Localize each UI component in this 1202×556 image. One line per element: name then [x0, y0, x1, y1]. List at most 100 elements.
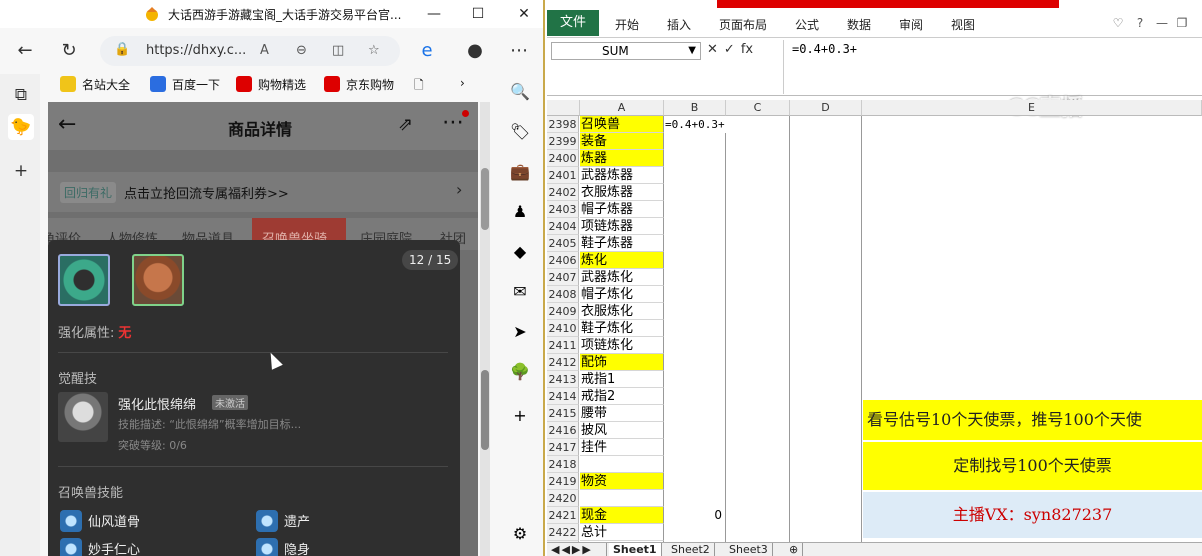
row-header[interactable]: 2405 — [547, 235, 579, 252]
cell-empty[interactable] — [790, 320, 862, 337]
cell-empty[interactable] — [664, 473, 726, 490]
cell-promo-2[interactable]: 定制找号100个天使票 — [863, 442, 1202, 490]
ribbon-collapse-icon[interactable]: ♡ — [1109, 14, 1127, 32]
new-tab-icon[interactable]: + — [8, 158, 34, 184]
cell-empty[interactable] — [726, 167, 790, 184]
cell-a[interactable]: 炼器 — [580, 150, 664, 167]
cell-empty[interactable] — [726, 201, 790, 218]
cell-empty[interactable] — [726, 354, 790, 371]
cell-empty[interactable] — [790, 184, 862, 201]
cell-empty[interactable] — [726, 218, 790, 235]
cell-empty[interactable] — [664, 388, 726, 405]
cell-empty[interactable] — [726, 337, 790, 354]
cell-a[interactable]: 炼化 — [580, 252, 664, 269]
cell-empty[interactable] — [664, 371, 726, 388]
cell-empty[interactable] — [790, 490, 862, 507]
row-header[interactable]: 2401 — [547, 167, 579, 184]
bookmark-item[interactable]: 名站大全 — [60, 76, 130, 93]
cell-empty[interactable] — [726, 269, 790, 286]
maximize-icon[interactable]: ☐ — [468, 4, 488, 24]
cell-empty[interactable] — [790, 371, 862, 388]
scrollbar-thumb[interactable] — [481, 370, 489, 450]
cell-a[interactable]: 戒指1 — [580, 371, 664, 388]
tab-view[interactable]: 视图 — [951, 16, 975, 33]
row-header[interactable]: 2404 — [547, 218, 579, 235]
close-icon[interactable]: ✕ — [514, 4, 534, 24]
cell-empty[interactable] — [790, 116, 862, 133]
address-bar[interactable]: 🔒 https://dhxy.c... A ⊖ ◫ ☆ — [100, 36, 400, 66]
cell-empty[interactable] — [664, 235, 726, 252]
sheet-tab[interactable]: Sheet1 — [609, 543, 662, 556]
favorite-star-icon[interactable]: ☆ — [368, 43, 380, 58]
row-header[interactable]: 2411 — [547, 337, 579, 354]
pet-skill-item[interactable]: 妙手仁心 — [60, 538, 140, 556]
tab-file[interactable]: 文件 — [547, 10, 599, 36]
tab-review[interactable]: 审阅 — [899, 16, 923, 33]
tab-data[interactable]: 数据 — [847, 16, 871, 33]
tab-insert[interactable]: 插入 — [667, 16, 691, 33]
cell-empty[interactable] — [790, 167, 862, 184]
cell-empty[interactable] — [664, 150, 726, 167]
cell-empty[interactable] — [664, 303, 726, 320]
row-header[interactable]: 2412 — [547, 354, 579, 371]
cell-empty[interactable] — [726, 439, 790, 456]
share-icon[interactable]: ⇗ — [398, 114, 413, 135]
cell-empty[interactable] — [790, 405, 862, 422]
cell-a[interactable]: 帽子炼化 — [580, 286, 664, 303]
cell-empty[interactable] — [664, 354, 726, 371]
cell-empty[interactable] — [664, 218, 726, 235]
tab-formulas[interactable]: 公式 — [795, 16, 819, 33]
cell-empty[interactable] — [726, 456, 790, 473]
tab-title[interactable]: 大话西游手游藏宝阁_大话手游交易平台官... — [168, 6, 401, 23]
chevron-down-icon[interactable]: ▼ — [688, 43, 696, 59]
cell-a[interactable]: 项链炼化 — [580, 337, 664, 354]
formula-input[interactable]: =0.4+0.3+ — [783, 40, 1202, 94]
help-icon[interactable]: ? — [1131, 14, 1149, 32]
cell-a[interactable]: 装备 — [580, 133, 664, 150]
cell-a[interactable]: 现金 — [580, 507, 664, 524]
cell-a[interactable]: 配饰 — [580, 354, 664, 371]
cell-empty[interactable] — [726, 405, 790, 422]
row-header[interactable]: 2406 — [547, 252, 579, 269]
cell-empty[interactable] — [726, 252, 790, 269]
bookmark-item[interactable]: 百度一下 — [150, 76, 220, 93]
cell-empty[interactable] — [664, 405, 726, 422]
split-screen-icon[interactable]: ◫ — [332, 43, 344, 58]
cell-empty[interactable] — [726, 235, 790, 252]
chevron-right-icon[interactable]: › — [460, 76, 465, 90]
cell-empty[interactable] — [726, 507, 790, 524]
name-box[interactable]: SUM ▼ — [551, 42, 701, 60]
file-icon[interactable]: 🗋 — [414, 76, 424, 97]
row-header[interactable]: 2420 — [547, 490, 579, 507]
equipment-armor-icon[interactable] — [132, 254, 184, 306]
row-header[interactable]: 2417 — [547, 439, 579, 456]
cell-empty[interactable] — [726, 371, 790, 388]
cell-empty[interactable] — [790, 218, 862, 235]
cell-total-value[interactable]: 0 — [665, 507, 725, 524]
cell-empty[interactable] — [790, 524, 862, 541]
cell-empty[interactable] — [790, 286, 862, 303]
row-header[interactable]: 2416 — [547, 422, 579, 439]
cell-a[interactable]: 衣服炼器 — [580, 184, 664, 201]
more-dots-icon[interactable]: ⋯ — [442, 110, 464, 135]
row-header[interactable]: 2422 — [547, 524, 579, 541]
function-icon[interactable]: fx — [741, 42, 753, 57]
cell-a[interactable]: 衣服炼化 — [580, 303, 664, 320]
games-icon[interactable]: ♟ — [508, 200, 532, 224]
row-header[interactable]: 2419 — [547, 473, 579, 490]
cell-empty[interactable] — [664, 167, 726, 184]
sheet-nav-arrows[interactable]: ◀◀▶▶ — [547, 543, 607, 556]
url-text[interactable]: https://dhxy.c... — [146, 43, 246, 58]
row-header[interactable]: 2400 — [547, 150, 579, 167]
cell-a[interactable]: 武器炼器 — [580, 167, 664, 184]
cell-empty[interactable] — [790, 303, 862, 320]
row-header[interactable]: 2415 — [547, 405, 579, 422]
outlook-icon[interactable]: ✉ — [508, 280, 532, 304]
pet-skill-item[interactable]: 隐身 — [256, 538, 310, 556]
cell-empty[interactable] — [726, 133, 790, 150]
cell-empty[interactable] — [726, 490, 790, 507]
cell-a[interactable]: 披风 — [580, 422, 664, 439]
cell-a[interactable]: 挂件 — [580, 439, 664, 456]
cell-contact[interactable]: 主播VX：syn827237 — [863, 492, 1202, 538]
row-header[interactable]: 2418 — [547, 456, 579, 473]
